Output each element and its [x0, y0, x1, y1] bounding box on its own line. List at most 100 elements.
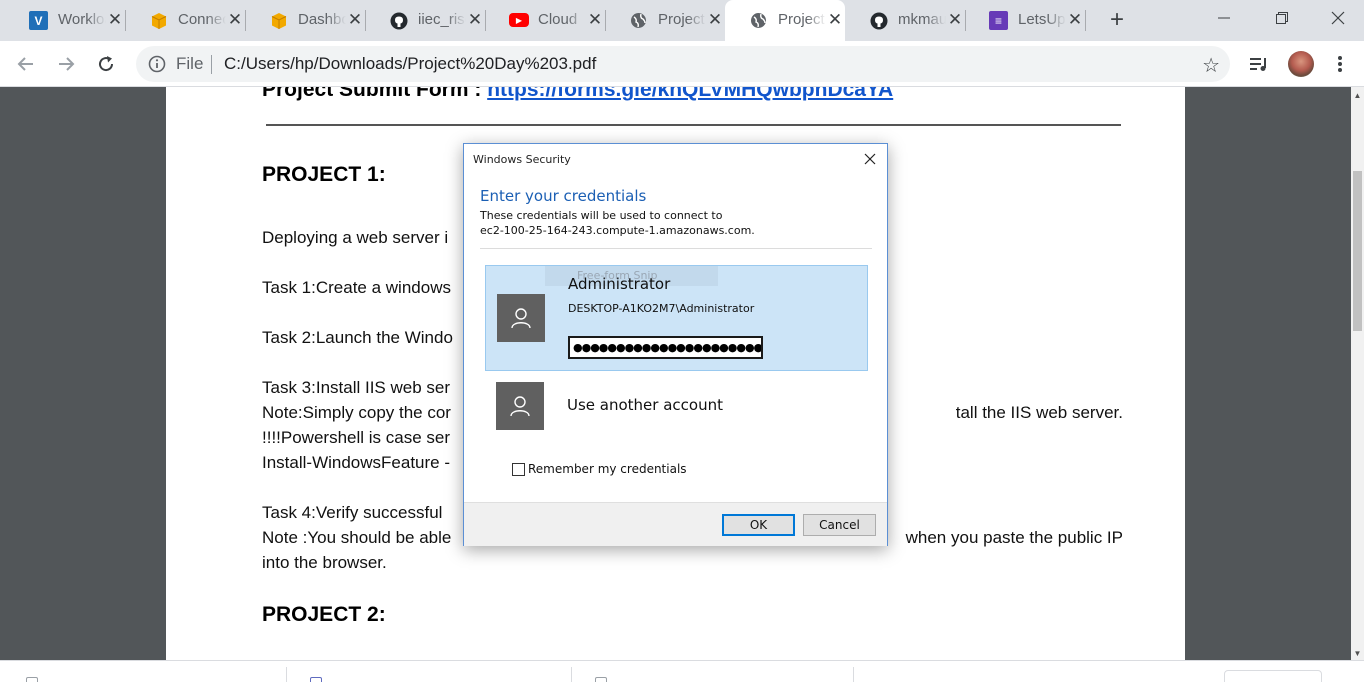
- dialog-description-line1: These credentials will be used to connec…: [480, 209, 723, 222]
- youtube-icon: ▶: [509, 13, 529, 27]
- pdf-text-line: Task 1:Create a windows: [262, 278, 451, 297]
- cancel-button[interactable]: Cancel: [803, 514, 876, 536]
- tab-4[interactable]: ▶ Cloud ✕: [485, 0, 606, 41]
- project2-heading: PROJECT 2:: [262, 603, 386, 626]
- password-input[interactable]: ●●●●●●●●●●●●●●●●●●●●●●●●●●: [568, 336, 763, 359]
- user-avatar-tile: [496, 382, 544, 430]
- back-button[interactable]: [13, 51, 39, 77]
- tab-title: Workload: [58, 11, 106, 28]
- scroll-thumb[interactable]: [1353, 171, 1362, 331]
- bottom-bar: [0, 660, 1364, 682]
- tab-close-icon[interactable]: ✕: [347, 10, 363, 30]
- media-control-button[interactable]: [1246, 51, 1272, 77]
- dialog-heading: Enter your credentials: [480, 187, 647, 205]
- submit-form-link[interactable]: https://forms.gle/knQLVMHQwbpnDcaYA: [487, 87, 893, 101]
- doc-icon: [310, 677, 322, 682]
- pdf-text-line: !!!!Powershell is case ser: [262, 428, 451, 447]
- remember-credentials-checkbox[interactable]: [512, 462, 525, 476]
- tab-title: Dashboard: [298, 11, 346, 28]
- arrow-left-icon: [17, 57, 33, 71]
- info-icon[interactable]: [148, 55, 166, 78]
- pdf-text-line: Install-WindowsFeature -: [262, 453, 451, 472]
- reload-button[interactable]: [93, 51, 119, 77]
- remember-credentials-row[interactable]: Remember my credentials: [512, 462, 687, 476]
- github-icon: [869, 11, 888, 30]
- pdf-text-line: Note:Simply copy the cor: [262, 403, 451, 422]
- more-vertical-icon: [1338, 56, 1342, 72]
- pdf-divider: [266, 124, 1121, 126]
- tab-close-icon[interactable]: ✕: [947, 10, 963, 30]
- aws-box-icon: [149, 11, 168, 30]
- tab-title: Cloud: [538, 11, 578, 28]
- profile-avatar[interactable]: [1288, 51, 1314, 77]
- pdf-text-line: Task 2:Launch the Windo: [262, 328, 453, 347]
- tab-1[interactable]: Connect✕: [125, 0, 246, 41]
- tab-title: LetsUpgrade: [1018, 11, 1066, 28]
- tab-close-icon[interactable]: ✕: [1067, 10, 1083, 30]
- tab-close-icon[interactable]: ✕: [107, 10, 123, 30]
- tab-5[interactable]: Project ✕: [605, 0, 726, 41]
- use-another-account-label: Use another account: [567, 396, 723, 414]
- tab-title: iiec_rise: [418, 11, 466, 28]
- restore-button[interactable]: [1254, 0, 1310, 36]
- forms-icon: ≡: [989, 11, 1008, 30]
- account-tile-administrator[interactable]: Free-form Snip Administrator DESKTOP-A1K…: [485, 265, 868, 371]
- dialog-close-button[interactable]: [860, 149, 880, 169]
- omnibox-divider: [211, 55, 212, 74]
- scheme-label: File: [176, 54, 204, 73]
- tab-separator: [1085, 10, 1086, 31]
- tab-close-icon[interactable]: ✕: [707, 10, 723, 30]
- user-icon: [510, 396, 530, 417]
- url-text[interactable]: C:/Users/hp/Downloads/Project%20Day%203.…: [224, 54, 596, 74]
- tab-title: Connect: [178, 11, 226, 28]
- browser-toolbar: File C:/Users/hp/Downloads/Project%20Day…: [0, 41, 1364, 87]
- dialog-divider: [480, 248, 872, 249]
- file-icon: [26, 677, 38, 682]
- pdf-text-fragment: tall the IIS web server.: [955, 403, 1123, 422]
- tab-close-icon[interactable]: ✕: [827, 10, 843, 30]
- pdf-text-line: Deploying a web server i: [262, 228, 449, 247]
- tab-close-icon[interactable]: ✕: [467, 10, 483, 30]
- pdf-text-line: Task 4:Verify successful: [262, 503, 443, 522]
- tab-3[interactable]: iiec_rise✕: [365, 0, 486, 41]
- bottom-separator: [286, 667, 287, 682]
- minimize-button[interactable]: [1196, 0, 1252, 36]
- tab-title: Project: [658, 11, 705, 28]
- file-icon: [595, 677, 607, 682]
- user-avatar-tile: [497, 294, 545, 342]
- new-tab-button[interactable]: +: [1104, 8, 1130, 34]
- address-bar[interactable]: File C:/Users/hp/Downloads/Project%20Day…: [136, 46, 1230, 82]
- bottom-separator: [571, 667, 572, 682]
- close-icon: [1331, 11, 1345, 25]
- globe-icon: [749, 11, 768, 30]
- ok-button[interactable]: OK: [722, 514, 795, 536]
- account-tile-other[interactable]: Use another account: [485, 378, 868, 434]
- globe-icon: [629, 11, 648, 30]
- user-icon: [511, 308, 531, 329]
- aws-box-icon: [269, 11, 288, 30]
- tab-0[interactable]: V Workload✕: [5, 0, 126, 41]
- account-domain: DESKTOP-A1KO2M7\Administrator: [568, 302, 755, 315]
- account-name: Administrator: [568, 275, 671, 293]
- tab-close-icon[interactable]: ✕: [587, 10, 603, 30]
- tab-7[interactable]: mkmaurya✕: [845, 0, 966, 41]
- close-icon: [864, 153, 876, 165]
- pdf-text-line: into the browser.: [262, 553, 387, 572]
- bottom-bar-button[interactable]: [1224, 670, 1322, 682]
- tab-8[interactable]: ≡ LetsUpgrade✕: [965, 0, 1086, 41]
- submit-form-label: Project Submit Form :: [262, 87, 488, 101]
- scroll-up-icon[interactable]: ▲: [1351, 89, 1364, 102]
- tab-6[interactable]: Project ✕: [725, 0, 845, 41]
- menu-button[interactable]: [1327, 51, 1353, 77]
- scroll-down-icon[interactable]: ▼: [1351, 647, 1364, 660]
- remember-credentials-label: Remember my credentials: [528, 462, 687, 476]
- playlist-icon: [1250, 58, 1266, 71]
- windows-security-dialog: Windows Security Enter your credentials …: [463, 143, 888, 546]
- tab-2[interactable]: Dashboard✕: [245, 0, 366, 41]
- bookmark-star-icon[interactable]: ☆: [1202, 53, 1220, 78]
- vertical-scrollbar[interactable]: ▲ ▼: [1351, 87, 1364, 660]
- forward-button[interactable]: [53, 51, 79, 77]
- tab-close-icon[interactable]: ✕: [227, 10, 243, 30]
- window-close-button[interactable]: [1310, 0, 1364, 36]
- github-icon: [389, 11, 408, 30]
